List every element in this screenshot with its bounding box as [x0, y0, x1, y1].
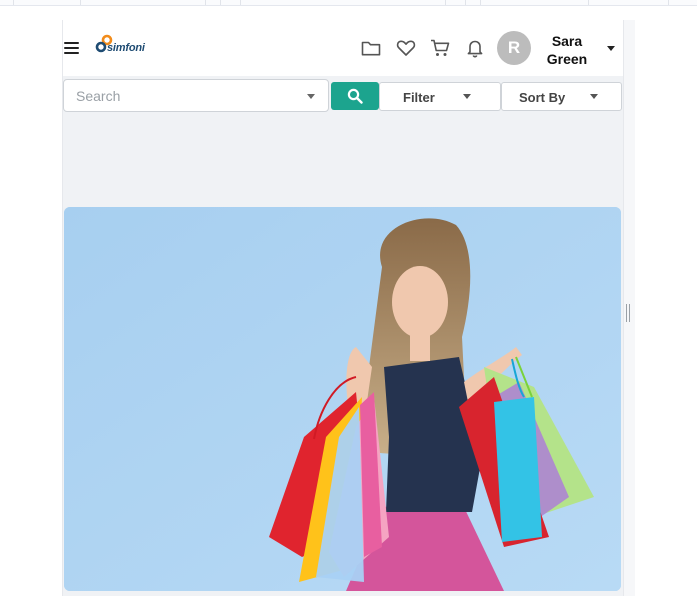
- user-first-name: Sara: [551, 33, 583, 49]
- avatar-initial: R: [507, 38, 521, 57]
- user-last-name: Green: [546, 51, 588, 67]
- search-input[interactable]: [65, 81, 306, 110]
- promo-banner-image: [64, 207, 621, 591]
- cart-icon[interactable]: [429, 37, 451, 59]
- chevron-down-icon: [590, 94, 598, 99]
- chevron-down-icon[interactable]: [607, 46, 615, 51]
- filter-label: Filter: [403, 90, 435, 105]
- search-field: [63, 79, 329, 112]
- search-button[interactable]: [331, 82, 379, 110]
- search-icon: [347, 88, 363, 104]
- folder-icon[interactable]: [360, 37, 382, 59]
- logo-text: simfoni: [107, 42, 145, 54]
- resize-handle[interactable]: [626, 304, 630, 322]
- search-dropdown-caret-icon[interactable]: [307, 94, 315, 99]
- top-navbar: simfoni R Sara Green: [63, 20, 623, 76]
- heart-icon[interactable]: [395, 37, 417, 59]
- bell-icon[interactable]: [464, 37, 486, 59]
- user-name[interactable]: Sara Green: [539, 32, 595, 68]
- app-frame: simfoni R Sara Green Fi: [62, 20, 624, 596]
- sort-dropdown[interactable]: Sort By: [501, 82, 622, 111]
- chevron-down-icon: [463, 94, 471, 99]
- filter-dropdown[interactable]: Filter: [379, 82, 501, 111]
- avatar[interactable]: R: [497, 31, 531, 65]
- simfoni-logo[interactable]: simfoni: [95, 34, 153, 58]
- browser-top-strip: [0, 0, 697, 6]
- menu-icon[interactable]: [64, 42, 79, 54]
- sort-label: Sort By: [519, 90, 566, 105]
